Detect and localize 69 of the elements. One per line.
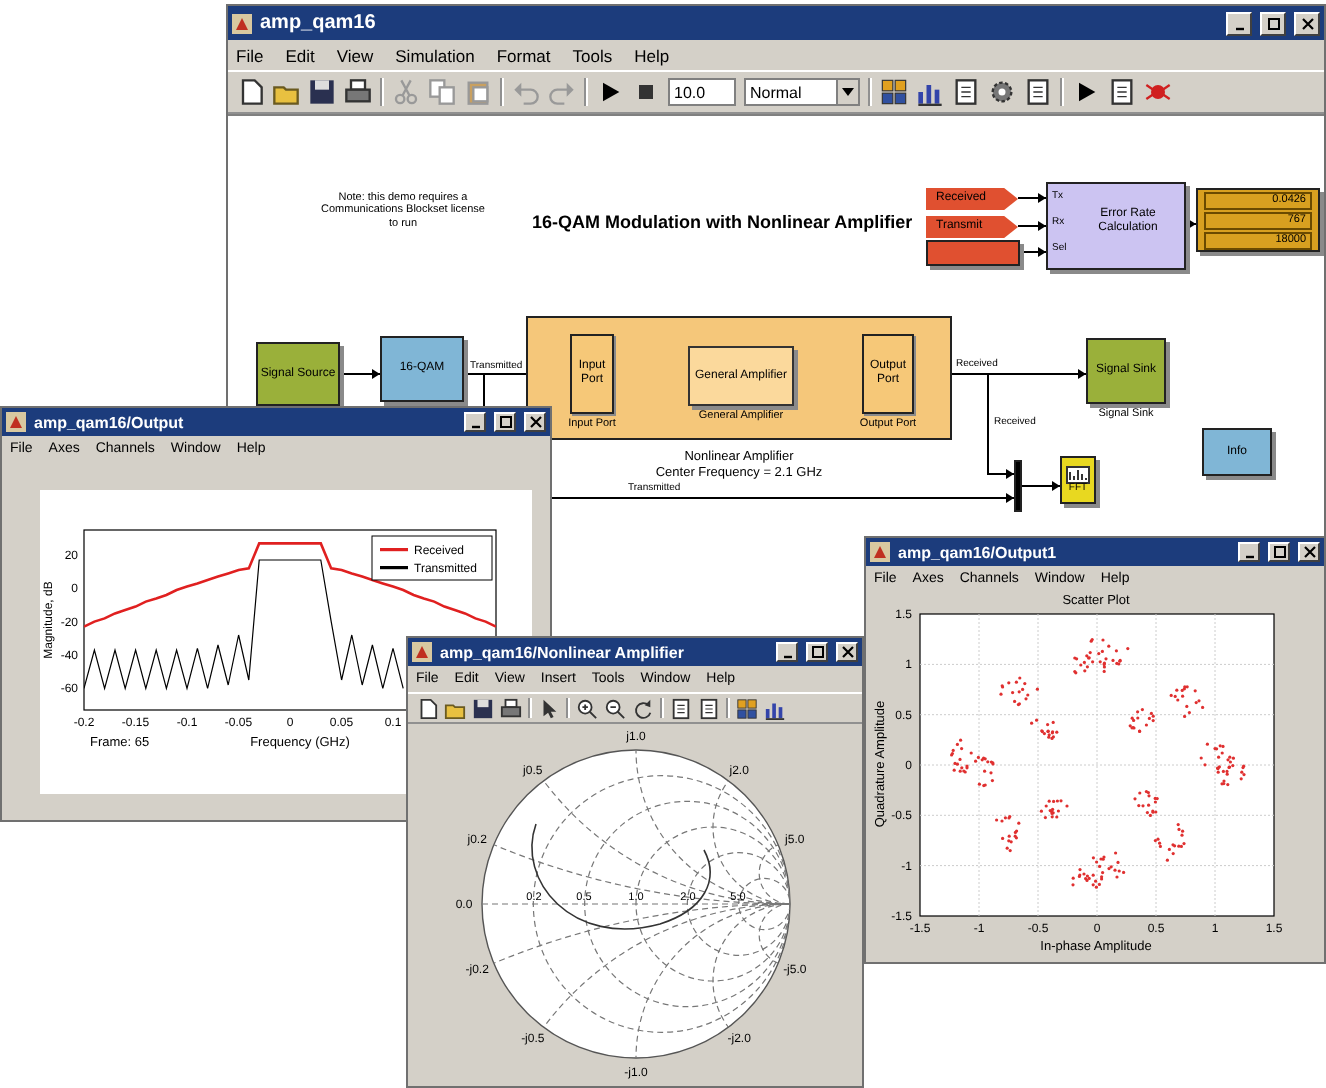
menu-item[interactable]: Help — [634, 45, 670, 65]
window-title: amp_qam16 — [260, 12, 378, 34]
document-icon[interactable] — [698, 697, 720, 719]
diagram-title: 16-QAM Modulation with Nonlinear Amplifier — [532, 212, 913, 232]
new-file-icon[interactable] — [416, 697, 438, 719]
pointer-arrow-icon[interactable] — [538, 697, 560, 719]
signal-line — [1021, 481, 1061, 491]
copy-icon[interactable] — [428, 78, 456, 106]
grid-icon[interactable] — [880, 78, 908, 106]
menu-item[interactable]: Simulation — [395, 45, 475, 65]
clipboard-icon[interactable] — [464, 78, 492, 106]
maximize-icon — [1265, 15, 1281, 31]
window-title: amp_qam16/Output — [34, 413, 186, 431]
new-file-icon[interactable] — [236, 78, 264, 106]
close-button[interactable] — [524, 412, 546, 432]
document-icon[interactable] — [952, 78, 980, 106]
close-icon — [839, 644, 855, 660]
rotate-icon[interactable] — [632, 697, 654, 719]
zoom-out-icon[interactable] — [604, 697, 626, 719]
signal-line — [1017, 193, 1047, 203]
maximize-icon — [1271, 544, 1287, 560]
close-icon — [1299, 15, 1315, 31]
menu-item[interactable]: Edit — [285, 45, 315, 65]
simulation-mode-dropdown[interactable]: Normal — [744, 78, 860, 106]
close-button[interactable] — [836, 642, 858, 662]
close-button[interactable] — [1298, 542, 1320, 562]
maximize-icon — [497, 414, 513, 430]
caret-icon[interactable] — [836, 80, 858, 104]
document-icon[interactable] — [670, 697, 692, 719]
signal-line — [339, 369, 381, 379]
menu-item[interactable]: File — [236, 45, 264, 65]
signal-line — [1019, 247, 1047, 257]
signal-line — [1017, 221, 1047, 231]
menu-item[interactable]: View — [336, 45, 374, 65]
menu-item[interactable]: Tools — [572, 45, 613, 65]
app-icon — [6, 412, 26, 432]
scope-icon — [1066, 465, 1090, 484]
maximize-button[interactable] — [1268, 542, 1290, 562]
save-icon[interactable] — [472, 697, 494, 719]
zoom-in-icon[interactable] — [576, 697, 598, 719]
maximize-button[interactable] — [1260, 11, 1286, 35]
gear-icon[interactable] — [988, 78, 1016, 106]
close-icon — [527, 414, 543, 430]
window-title: amp_qam16/Output1 — [898, 543, 1059, 561]
minimize-button[interactable] — [1226, 11, 1252, 35]
minimize-button[interactable] — [776, 642, 798, 662]
app-icon — [412, 642, 432, 662]
window-title: amp_qam16/Nonlinear Amplifier — [440, 643, 686, 661]
constant-block — [926, 240, 1020, 266]
maximize-button[interactable] — [494, 412, 516, 432]
legend-box — [371, 535, 493, 581]
printer-icon[interactable] — [500, 697, 522, 719]
grid-icon[interactable] — [736, 697, 758, 719]
mux-block — [1014, 460, 1022, 512]
stop-time-field[interactable]: 10.0 — [668, 78, 736, 106]
app-icon — [870, 542, 890, 562]
save-icon[interactable] — [308, 78, 336, 106]
bug-icon[interactable] — [1144, 78, 1172, 106]
printer-icon[interactable] — [344, 78, 372, 106]
document-icon[interactable] — [1024, 78, 1052, 106]
minimize-button[interactable] — [464, 412, 486, 432]
menu-item[interactable]: Format — [496, 45, 551, 65]
maximize-button[interactable] — [806, 642, 828, 662]
maximize-icon — [809, 644, 825, 660]
close-button[interactable] — [1294, 11, 1320, 35]
document-icon[interactable] — [1108, 78, 1136, 106]
app-icon — [232, 13, 252, 33]
minimize-button[interactable] — [1238, 542, 1260, 562]
close-icon — [1301, 544, 1317, 560]
